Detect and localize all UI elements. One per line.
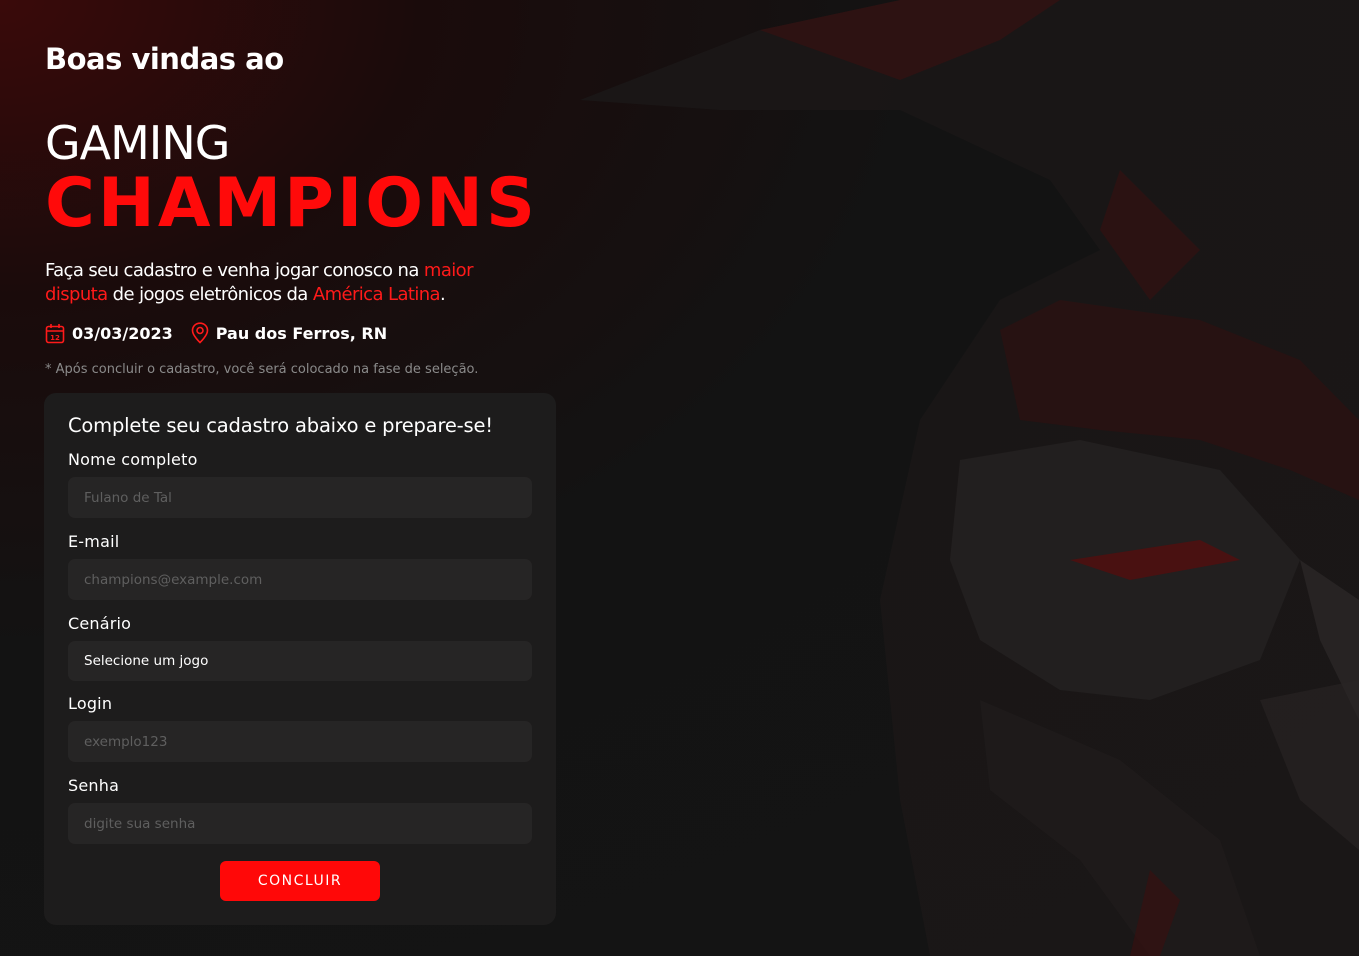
page: Boas vindas ao GAMING CHAMPIONS Faça seu… [0,0,1359,956]
password-label: Senha [68,776,120,795]
tagline-text-1: Faça seu cadastro e venha jogar conosco … [45,260,424,281]
scenario-label: Cenário [68,614,132,633]
map-pin-icon [191,322,209,344]
title-champions: CHAMPIONS [45,164,538,243]
tagline: Faça seu cadastro e venha jogar conosco … [45,259,515,307]
calendar-icon: 12 [45,323,65,343]
welcome-heading: Boas vindas ao [45,42,284,76]
svg-text:12: 12 [50,334,60,342]
password-input[interactable] [68,803,532,844]
scenario-select[interactable]: Selecione um jogo [68,641,532,681]
form-title: Complete seu cadastro abaixo e prepare-s… [68,414,493,437]
selection-note: * Após concluir o cadastro, você será co… [45,362,479,377]
event-location-text: Pau dos Ferros, RN [215,323,388,343]
tagline-text-2: de jogos eletrônicos da [107,284,313,305]
event-meta: 12 03/03/2023 Pau dos Ferros, RN [45,322,387,344]
email-label: E-mail [68,532,120,551]
tagline-highlight-2: América Latina [312,284,441,305]
login-input[interactable] [68,721,532,762]
event-location: Pau dos Ferros, RN [191,322,387,344]
name-label: Nome completo [68,450,198,469]
submit-button[interactable]: CONCLUIR [220,861,380,901]
email-input[interactable] [68,559,532,600]
event-date: 12 03/03/2023 [45,323,173,344]
event-date-text: 03/03/2023 [72,323,173,343]
scenario-select-value: Selecione um jogo [84,653,209,669]
tagline-text-3: . [440,284,446,305]
name-input[interactable] [68,477,532,518]
login-label: Login [68,694,113,713]
title-gaming: GAMING [45,116,230,170]
